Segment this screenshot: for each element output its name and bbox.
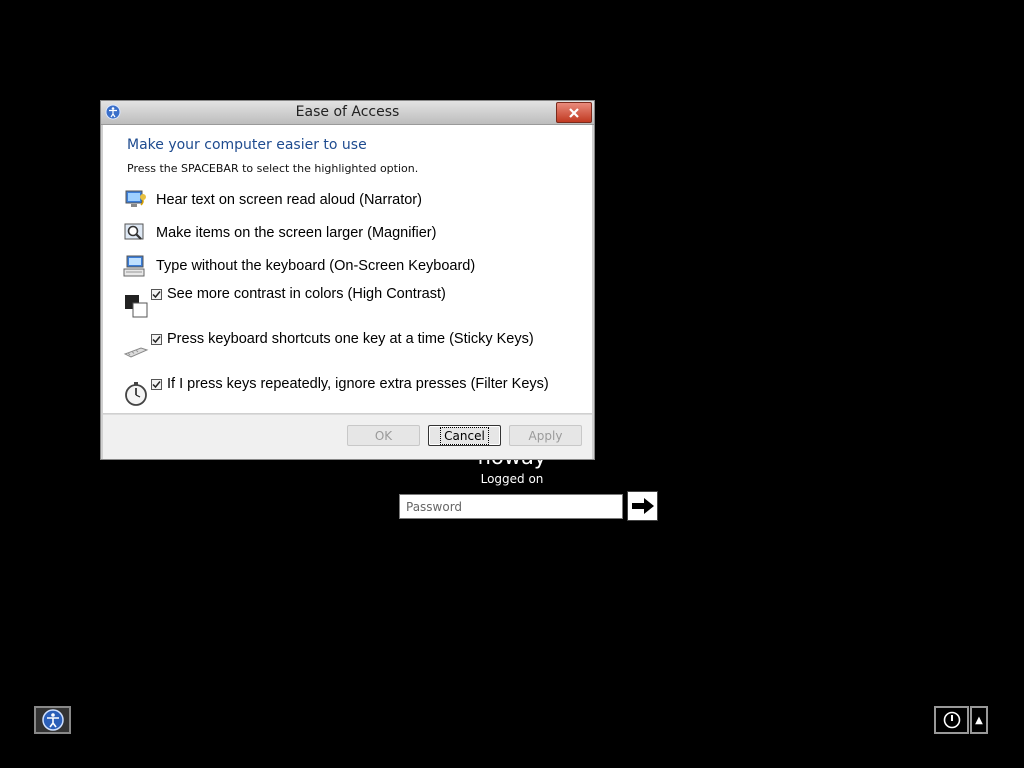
close-button[interactable]: [556, 102, 592, 123]
narrator-option[interactable]: Hear text on screen read aloud (Narrator…: [123, 188, 422, 212]
high-contrast-checkbox[interactable]: [151, 289, 162, 300]
filter-keys-checkbox[interactable]: [151, 379, 162, 390]
narrator-icon: [125, 190, 146, 207]
magnifier-option[interactable]: Make items on the screen larger (Magnifi…: [123, 221, 436, 245]
arrow-right-icon: [631, 498, 654, 514]
keyboard-icon: [123, 255, 145, 277]
dialog-heading: Make your computer easier to use: [127, 137, 367, 153]
ease-of-access-icon: [41, 709, 64, 731]
dialog-instruction: Press the SPACEBAR to select the highlig…: [127, 162, 419, 175]
dialog-footer: OK Cancel Apply: [103, 414, 592, 459]
password-input[interactable]: [399, 494, 623, 519]
magnifier-icon: [124, 223, 144, 240]
checkmark-icon: [152, 381, 161, 389]
magnifier-label: Make items on the screen larger (Magnifi…: [156, 225, 437, 241]
cancel-button[interactable]: Cancel: [428, 425, 501, 446]
cancel-label: Cancel: [440, 426, 489, 445]
ok-button[interactable]: OK: [347, 425, 420, 446]
sticky-keys-icon: [123, 347, 149, 358]
apply-button[interactable]: Apply: [509, 425, 582, 446]
high-contrast-icon: [125, 295, 148, 318]
ease-of-access-button[interactable]: [34, 706, 71, 734]
dialog-title: Ease of Access: [295, 104, 400, 120]
close-icon: [569, 107, 579, 118]
dialog-titlebar[interactable]: Ease of Access: [101, 101, 594, 125]
user-status: Logged on: [480, 472, 544, 486]
ok-label: OK: [374, 428, 393, 443]
power-icon: [943, 711, 960, 729]
high-contrast-label[interactable]: See more contrast in colors (High Contra…: [167, 286, 446, 302]
ease-of-access-dialog: Ease of Access Make your computer easier…: [100, 100, 595, 460]
checkmark-icon: [152, 291, 161, 299]
sticky-keys-checkbox[interactable]: [151, 334, 162, 345]
filter-keys-label[interactable]: If I press keys repeatedly, ignore extra…: [167, 376, 549, 392]
dialog-content: Make your computer easier to use Press t…: [103, 125, 592, 413]
stopwatch-icon: [125, 382, 147, 406]
on-screen-keyboard-label: Type without the keyboard (On-Screen Key…: [156, 258, 476, 274]
submit-arrow-button[interactable]: [627, 491, 658, 521]
narrator-label: Hear text on screen read aloud (Narrator…: [156, 192, 422, 208]
sticky-keys-label[interactable]: Press keyboard shortcuts one key at a ti…: [167, 331, 534, 347]
checkmark-icon: [152, 336, 161, 344]
apply-label: Apply: [528, 428, 563, 443]
shutdown-button[interactable]: [934, 706, 969, 734]
on-screen-keyboard-option[interactable]: Type without the keyboard (On-Screen Key…: [123, 254, 475, 278]
shutdown-options-button[interactable]: ▲: [970, 706, 988, 734]
chevron-up-icon: ▲: [975, 714, 983, 726]
